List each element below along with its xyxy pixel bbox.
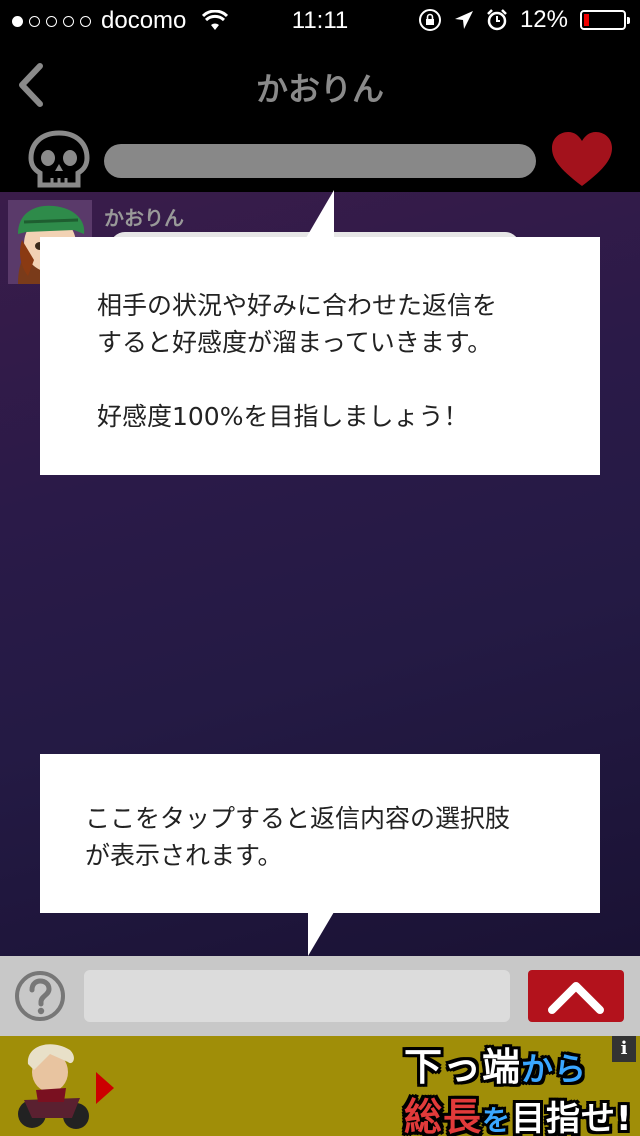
ad-text-part: 下っ端	[404, 1045, 522, 1089]
tip-line: が表示されます。	[85, 841, 283, 870]
reply-tooltip[interactable]: ここをタップすると返信内容の選択肢 が表示されます。	[40, 754, 600, 913]
ad-character-image	[18, 1044, 89, 1129]
ad-text-part: から	[521, 1050, 588, 1088]
ad-text-part: を	[482, 1104, 512, 1136]
ad-info-icon[interactable]: i	[612, 1036, 636, 1062]
ad-headline-2: 総長を目指せ!	[404, 1086, 633, 1136]
status-icons: 12%	[418, 6, 630, 34]
affection-goal-text: 好感度100%を目指しましょう！	[97, 402, 469, 431]
affection-tip-text: 相手の状況や好みに合わせた返信を すると好感度が溜まっていきます。 好感度100…	[97, 287, 497, 435]
tooltip-tail	[306, 190, 334, 238]
skull-icon	[28, 130, 90, 188]
affection-meter	[104, 144, 536, 178]
affection-tooltip[interactable]: 相手の状況や好みに合わせた返信を すると好感度が溜まっていきます。 好感度100…	[40, 237, 600, 475]
battery-icon	[580, 10, 630, 30]
tooltip-tail	[308, 912, 334, 956]
question-circle-icon[interactable]	[14, 970, 66, 1022]
rotation-lock-icon	[418, 9, 441, 31]
tip-line: 相手の状況や好みに合わせた返信を	[97, 291, 498, 320]
sender-name: かおりん	[104, 206, 184, 230]
heart-icon	[552, 132, 612, 186]
reply-input[interactable]	[84, 970, 510, 1022]
ad-text-part: 目指せ!	[511, 1099, 633, 1136]
chevron-up-icon	[548, 982, 604, 1014]
tip-line: ここをタップすると返信内容の選択肢	[85, 804, 511, 833]
navigation-bar: かおりん	[0, 40, 640, 130]
battery-percent: 12%	[519, 6, 568, 33]
reply-tip-text: ここをタップすると返信内容の選択肢 が表示されます。	[85, 800, 510, 874]
battery-level	[584, 14, 589, 26]
status-bar: docomo 11:11 12%	[0, 0, 640, 40]
page-title: かおりん	[255, 70, 384, 108]
location-icon	[454, 11, 473, 29]
tip-line: すると好感度が溜まっていきます。	[97, 328, 493, 357]
ad-headline-1: 下っ端から	[404, 1036, 587, 1091]
ad-banner[interactable]: 下っ端から 総長を目指せ! i	[0, 1036, 640, 1136]
reply-input-bar	[0, 956, 640, 1036]
alarm-icon	[487, 9, 507, 31]
ad-text-part: 総長	[404, 1095, 483, 1136]
affection-meter-bar	[0, 130, 640, 192]
reply-options-button[interactable]	[528, 970, 624, 1022]
ad-arrow-icon	[96, 1072, 114, 1104]
